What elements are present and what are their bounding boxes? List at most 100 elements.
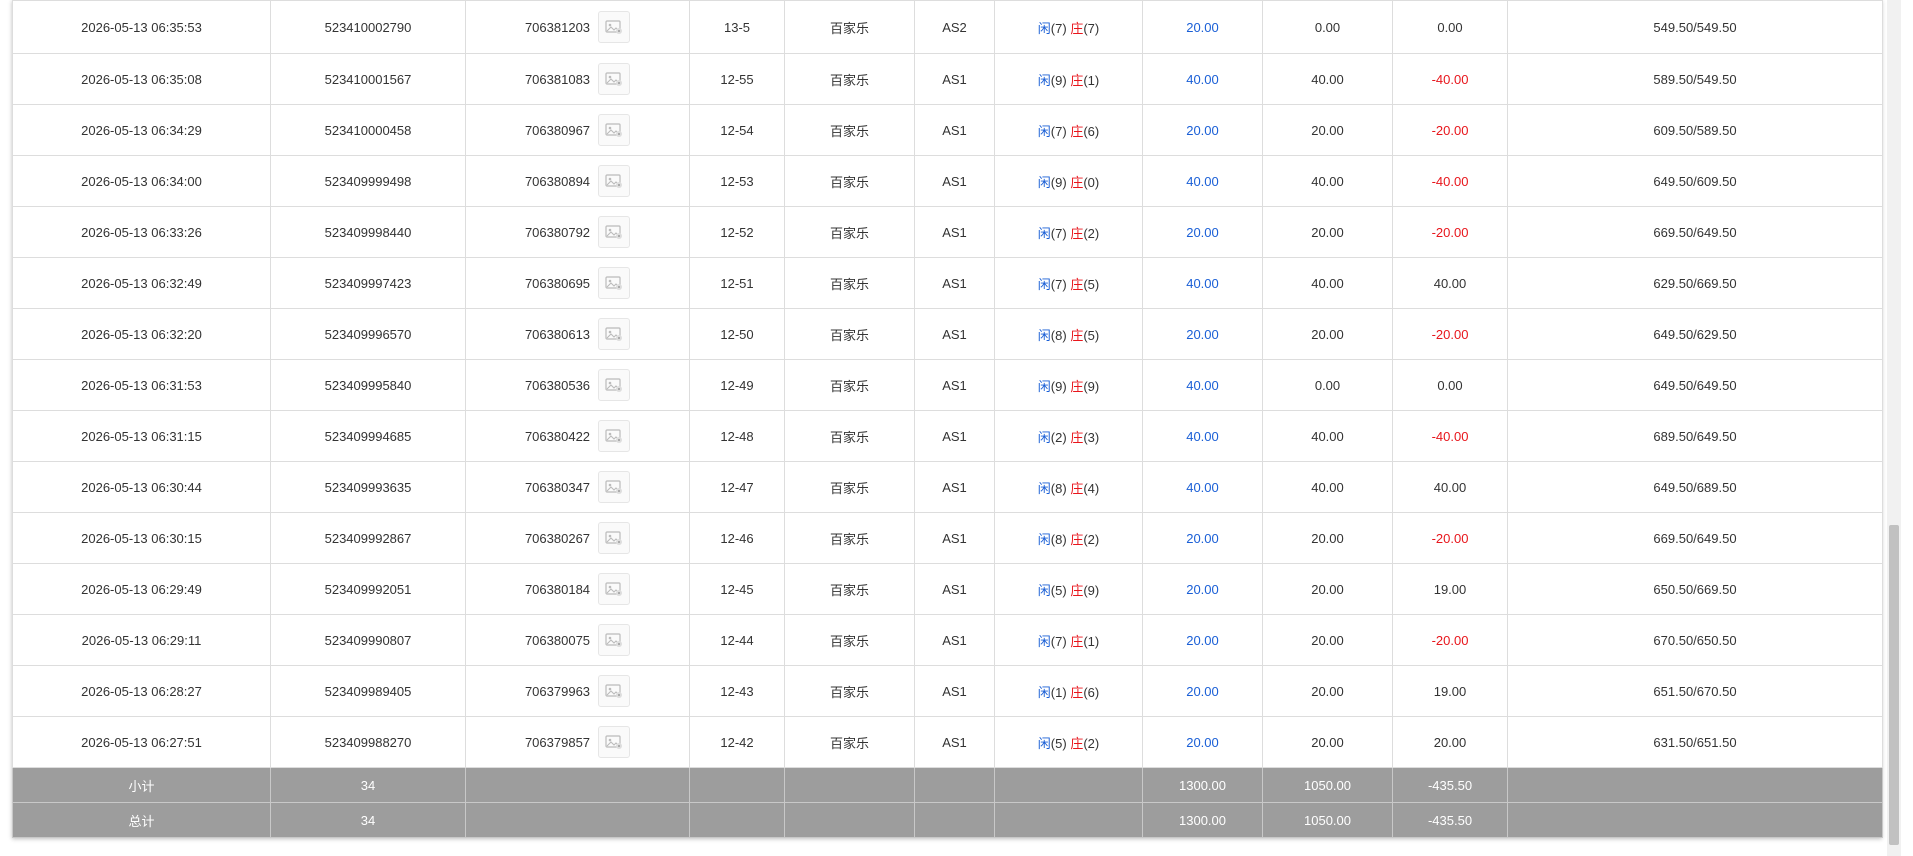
bet-time: 2026-05-13 06:30:44 bbox=[12, 461, 271, 513]
table-body: 2026-05-13 06:35:53 523410002790 706381203… bbox=[12, 0, 1883, 838]
game-name: 百家乐 bbox=[784, 206, 915, 258]
subtotal-valid: 1050.00 bbox=[1262, 767, 1393, 803]
result-cell: 闲(8) 庄(4) bbox=[994, 461, 1143, 513]
valid-amount: 20.00 bbox=[1262, 206, 1393, 258]
photo-preview-icon[interactable] bbox=[598, 573, 631, 605]
banker-label: 庄 bbox=[1070, 225, 1084, 241]
balance: 649.50/689.50 bbox=[1507, 461, 1883, 513]
round-number: 12-48 bbox=[689, 410, 785, 462]
photo-preview-icon[interactable] bbox=[598, 63, 631, 95]
game-name: 百家乐 bbox=[784, 53, 915, 105]
photo-preview-icon[interactable] bbox=[598, 11, 631, 43]
photo-preview-icon[interactable] bbox=[598, 216, 631, 248]
table-row: 2026-05-13 06:31:53 523409995840 706380536… bbox=[12, 359, 1883, 411]
banker-points: (5) bbox=[1083, 327, 1100, 343]
win-loss: 19.00 bbox=[1392, 563, 1508, 615]
bet-id: 523410001567 bbox=[270, 53, 466, 105]
game-name: 百家乐 bbox=[784, 665, 915, 717]
bet-records-table-container: 2026-05-13 06:35:53 523410002790 706381203… bbox=[12, 0, 1883, 838]
banker-label: 庄 bbox=[1070, 684, 1084, 700]
banker-points: (9) bbox=[1083, 582, 1100, 598]
photo-preview-icon[interactable] bbox=[598, 420, 631, 452]
player-points: (2) bbox=[1050, 429, 1067, 445]
bet-time: 2026-05-13 06:35:53 bbox=[12, 0, 271, 54]
table-id: 706381203 bbox=[524, 19, 591, 35]
scrollbar-thumb[interactable] bbox=[1889, 525, 1899, 845]
valid-amount: 0.00 bbox=[1262, 359, 1393, 411]
bet-amount: 20.00 bbox=[1142, 104, 1263, 156]
round-number: 12-55 bbox=[689, 53, 785, 105]
bet-id: 523409990807 bbox=[270, 614, 466, 666]
round-number: 12-49 bbox=[689, 359, 785, 411]
win-loss: -40.00 bbox=[1392, 410, 1508, 462]
bet-amount: 20.00 bbox=[1142, 206, 1263, 258]
photo-preview-icon[interactable] bbox=[598, 165, 631, 197]
bet-time: 2026-05-13 06:34:29 bbox=[12, 104, 271, 156]
result-cell: 闲(7) 庄(5) bbox=[994, 257, 1143, 309]
result-cell: 闲(8) 庄(2) bbox=[994, 512, 1143, 564]
win-loss: -20.00 bbox=[1392, 614, 1508, 666]
bet-time: 2026-05-13 06:32:49 bbox=[12, 257, 271, 309]
bet-id: 523410002790 bbox=[270, 0, 466, 54]
win-loss: -20.00 bbox=[1392, 206, 1508, 258]
result-cell: 闲(2) 庄(3) bbox=[994, 410, 1143, 462]
bet-time: 2026-05-13 06:33:26 bbox=[12, 206, 271, 258]
table-row: 2026-05-13 06:34:29 523410000458 706380967… bbox=[12, 104, 1883, 156]
table-id-cell: 706379963 bbox=[465, 665, 690, 717]
banker-label: 庄 bbox=[1070, 174, 1084, 190]
photo-preview-icon[interactable] bbox=[598, 522, 631, 554]
player-label: 闲 bbox=[1037, 429, 1051, 445]
balance: 651.50/670.50 bbox=[1507, 665, 1883, 717]
game-name: 百家乐 bbox=[784, 716, 915, 768]
win-loss: -40.00 bbox=[1392, 53, 1508, 105]
result-cell: 闲(7) 庄(1) bbox=[994, 614, 1143, 666]
bet-amount: 40.00 bbox=[1142, 53, 1263, 105]
bet-amount: 20.00 bbox=[1142, 0, 1263, 54]
result-cell: 闲(7) 庄(7) bbox=[994, 0, 1143, 54]
table-row: 2026-05-13 06:29:49 523409992051 706380184… bbox=[12, 563, 1883, 615]
bet-id: 523409997423 bbox=[270, 257, 466, 309]
photo-preview-icon[interactable] bbox=[598, 267, 631, 299]
total-row: 总计 34 1300.00 1050.00 -435.50 bbox=[12, 802, 1883, 838]
table-id: 706380695 bbox=[524, 275, 591, 291]
game-name: 百家乐 bbox=[784, 563, 915, 615]
table-name: AS1 bbox=[914, 665, 995, 717]
balance: 631.50/651.50 bbox=[1507, 716, 1883, 768]
balance: 649.50/629.50 bbox=[1507, 308, 1883, 360]
bet-id: 523409992867 bbox=[270, 512, 466, 564]
win-loss: -40.00 bbox=[1392, 155, 1508, 207]
banker-points: (1) bbox=[1083, 72, 1100, 88]
table-name: AS1 bbox=[914, 410, 995, 462]
table-name: AS1 bbox=[914, 461, 995, 513]
valid-amount: 20.00 bbox=[1262, 563, 1393, 615]
table-row: 2026-05-13 06:27:51 523409988270 706379857… bbox=[12, 716, 1883, 768]
photo-preview-icon[interactable] bbox=[598, 624, 631, 656]
photo-preview-icon[interactable] bbox=[598, 471, 631, 503]
banker-points: (9) bbox=[1083, 378, 1100, 394]
valid-amount: 40.00 bbox=[1262, 410, 1393, 462]
banker-points: (6) bbox=[1083, 123, 1100, 139]
table-id: 706380536 bbox=[524, 377, 591, 393]
table-name: AS1 bbox=[914, 206, 995, 258]
player-points: (8) bbox=[1050, 480, 1067, 496]
photo-preview-icon[interactable] bbox=[598, 675, 631, 707]
photo-preview-icon[interactable] bbox=[598, 369, 631, 401]
banker-label: 庄 bbox=[1070, 633, 1084, 649]
result-cell: 闲(7) 庄(2) bbox=[994, 206, 1143, 258]
table-name: AS1 bbox=[914, 257, 995, 309]
photo-preview-icon[interactable] bbox=[598, 114, 631, 146]
table-id-cell: 706380536 bbox=[465, 359, 690, 411]
win-loss: 0.00 bbox=[1392, 359, 1508, 411]
subtotal-win: -435.50 bbox=[1392, 767, 1508, 803]
table-row: 2026-05-13 06:31:15 523409994685 706380422… bbox=[12, 410, 1883, 462]
table-row: 2026-05-13 06:34:00 523409999498 706380894… bbox=[12, 155, 1883, 207]
banker-points: (4) bbox=[1083, 480, 1100, 496]
bet-time: 2026-05-13 06:32:20 bbox=[12, 308, 271, 360]
game-name: 百家乐 bbox=[784, 512, 915, 564]
table-name: AS1 bbox=[914, 53, 995, 105]
photo-preview-icon[interactable] bbox=[598, 318, 631, 350]
vertical-scrollbar[interactable] bbox=[1887, 0, 1901, 856]
photo-preview-icon[interactable] bbox=[598, 726, 631, 758]
banker-points: (2) bbox=[1083, 735, 1100, 751]
banker-points: (2) bbox=[1083, 225, 1100, 241]
